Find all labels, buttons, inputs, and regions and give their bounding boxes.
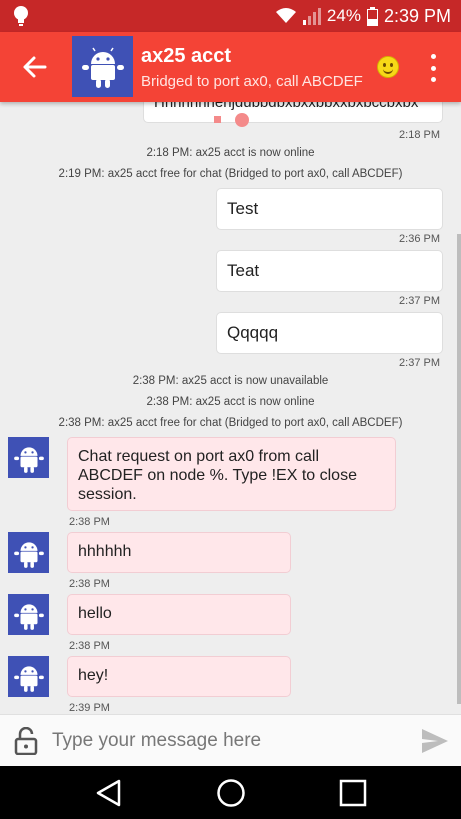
message-bubble-incoming[interactable]: hhhhhh: [67, 532, 291, 573]
unlock-icon[interactable]: [14, 727, 38, 755]
message-time: 2:37 PM: [399, 295, 440, 307]
battery-icon: [366, 6, 378, 26]
android-icon: [13, 541, 44, 568]
message-time: 2:18 PM: [399, 129, 440, 141]
chat-list[interactable]: Hhhhhhhehjdubbdbxbxxbbxxbxbccbxbx 2:18 P…: [0, 102, 461, 714]
contact-avatar[interactable]: [8, 656, 49, 697]
system-message: 2:19 PM: ax25 acct free for chat (Bridge…: [58, 168, 403, 180]
message-bubble-incoming[interactable]: hello: [67, 594, 291, 635]
wifi-icon: [275, 8, 296, 23]
contact-name: ax25 acct: [141, 45, 232, 67]
message-time: 2:38 PM: [69, 640, 110, 652]
message-bubble-incoming[interactable]: Chat request on port ax0 from call ABCDE…: [67, 437, 396, 511]
message-composer: [0, 714, 461, 766]
contact-avatar[interactable]: [8, 594, 49, 635]
contact-avatar[interactable]: [8, 437, 49, 478]
app-bar: ax25 acct Bridged to port ax0, call ABCD…: [0, 32, 461, 102]
message-time: 2:38 PM: [69, 516, 110, 528]
android-icon: [81, 47, 124, 88]
message-input[interactable]: [52, 725, 402, 757]
send-icon[interactable]: [420, 727, 450, 755]
message-time: 2:37 PM: [399, 357, 440, 369]
android-icon: [13, 665, 44, 692]
signal-icon: [302, 8, 321, 25]
message-time: 2:39 PM: [69, 702, 110, 714]
message-time: 2:38 PM: [69, 578, 110, 590]
scrollbar[interactable]: [457, 234, 461, 704]
system-message: 2:38 PM: ax25 acct is now online: [146, 396, 315, 408]
typing-indicator: [214, 113, 249, 127]
contact-avatar[interactable]: [72, 36, 133, 97]
battery-percent: 24%: [326, 6, 361, 25]
nav-home-icon[interactable]: [216, 778, 246, 808]
contact-status: Bridged to port ax0, call ABCDEF: [141, 73, 363, 90]
message-bubble-outgoing[interactable]: Test: [216, 188, 443, 230]
message-bubble-incoming[interactable]: hey!: [67, 656, 291, 697]
system-nav-bar: [0, 766, 461, 819]
message-bubble-outgoing[interactable]: Teat: [216, 250, 443, 292]
message-bubble-outgoing[interactable]: Hhhhhhhehjdubbdbxbxxbbxxbxbccbxbx: [143, 102, 443, 123]
system-message: 2:38 PM: ax25 acct free for chat (Bridge…: [58, 417, 403, 429]
back-arrow-icon[interactable]: [20, 52, 50, 82]
smiley-icon[interactable]: [377, 56, 399, 78]
message-time: 2:36 PM: [399, 233, 440, 245]
android-icon: [13, 603, 44, 630]
system-message: 2:38 PM: ax25 acct is now unavailable: [132, 375, 329, 387]
android-icon: [13, 446, 44, 473]
system-message: 2:18 PM: ax25 acct is now online: [146, 147, 315, 159]
contact-avatar[interactable]: [8, 532, 49, 573]
nav-recents-icon[interactable]: [338, 778, 368, 808]
status-bar: 24% 2:39 PM: [0, 0, 461, 32]
message-bubble-outgoing[interactable]: Qqqqq: [216, 312, 443, 354]
lightbulb-icon: [14, 6, 28, 26]
overflow-menu-icon[interactable]: [423, 54, 443, 82]
nav-back-icon[interactable]: [95, 778, 123, 808]
clock: 2:39 PM: [383, 5, 451, 26]
